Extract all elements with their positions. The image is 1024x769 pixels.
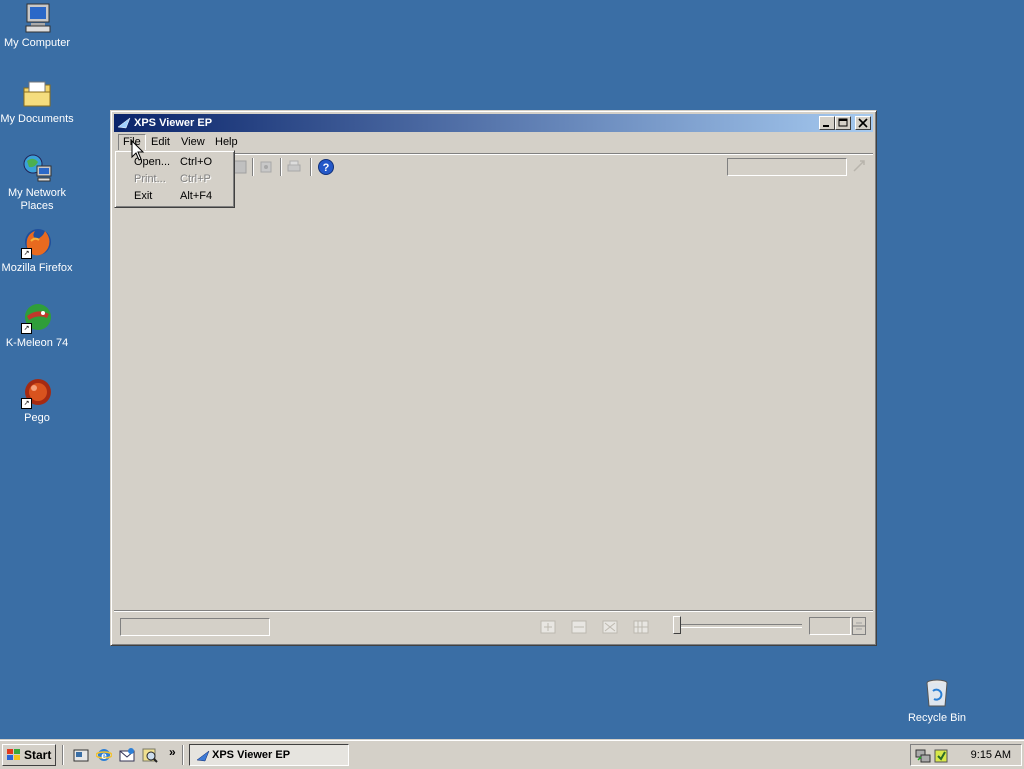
desktop-icon-my-documents[interactable]: My Documents: [0, 78, 74, 126]
search-icon[interactable]: [142, 747, 158, 763]
computer-icon: [21, 2, 53, 34]
zoom-spinner-icon[interactable]: [852, 617, 866, 635]
svg-text:e: e: [101, 751, 107, 762]
desktop-icon-label: K-Meleon 74: [5, 337, 69, 349]
network-icon: [21, 152, 53, 184]
search-go-icon[interactable]: [852, 159, 866, 173]
xps-app-icon: [196, 749, 210, 762]
desktop-icon-my-computer[interactable]: My Computer: [0, 2, 74, 50]
help-icon[interactable]: ?: [318, 159, 334, 175]
window-title: XPS Viewer EP: [134, 117, 213, 129]
outlook-express-icon[interactable]: [119, 747, 135, 763]
desktop-icon-k-meleon[interactable]: ↗ K-Meleon 74: [0, 302, 74, 350]
copy-icon[interactable]: [258, 159, 274, 175]
svg-text:?: ?: [323, 162, 330, 174]
fit-width-icon[interactable]: [570, 619, 588, 635]
taskbar: Start e » XPS Viewer EP 9:15 AM: [0, 740, 1024, 769]
menu-item-print[interactable]: Print... Ctrl+P: [117, 171, 232, 188]
toolbar-separator: [280, 158, 282, 176]
documents-folder-icon: [21, 78, 53, 110]
shortcut-arrow-icon: ↗: [21, 398, 32, 409]
start-button[interactable]: Start: [2, 744, 56, 766]
desktop-icon-label: Pego: [24, 412, 50, 424]
minimize-button[interactable]: [819, 116, 835, 130]
fit-page-icon[interactable]: [539, 619, 557, 635]
close-icon: [858, 118, 868, 128]
maximize-icon: [838, 118, 848, 127]
clock[interactable]: 9:15 AM: [971, 745, 1011, 765]
zoom-input[interactable]: [809, 617, 851, 635]
menu-item-shortcut: Ctrl+P: [180, 173, 211, 185]
start-label: Start: [24, 748, 52, 762]
two-pages-icon[interactable]: [601, 619, 619, 635]
search-input[interactable]: [727, 158, 847, 176]
thumbnails-icon[interactable]: [632, 619, 650, 635]
menu-edit[interactable]: Edit: [147, 135, 174, 150]
xps-app-icon: [117, 117, 131, 129]
desktop-icon-recycle-bin[interactable]: Recycle Bin: [900, 677, 974, 725]
quick-launch-chevron[interactable]: »: [169, 745, 176, 759]
show-desktop-icon[interactable]: [73, 747, 89, 763]
close-button[interactable]: [855, 116, 871, 130]
system-tray: 9:15 AM: [910, 744, 1022, 766]
desktop-icon-label: My Documents: [0, 113, 74, 125]
print-icon[interactable]: [286, 159, 302, 175]
desktop-icon-label: My Computer: [3, 37, 71, 49]
network-tray-icon[interactable]: [915, 748, 931, 764]
menu-item-shortcut: Alt+F4: [180, 190, 213, 202]
taskbar-button-label: XPS Viewer EP: [212, 749, 291, 761]
desktop-icon-my-network-places[interactable]: My Network Places: [0, 152, 74, 213]
page-number-field[interactable]: [120, 618, 270, 636]
menu-item-label: Exit: [134, 190, 153, 202]
mouse-cursor-icon: [131, 140, 145, 161]
taskbar-separator: [62, 745, 64, 765]
desktop-icon-pego[interactable]: ↗ Pego: [0, 377, 74, 425]
menu-item-label: Print...: [134, 173, 166, 185]
taskbar-separator: [182, 745, 184, 765]
zoom-slider-thumb[interactable]: [673, 616, 681, 634]
status-bar: [114, 611, 873, 642]
menu-item-shortcut: Ctrl+O: [180, 156, 213, 168]
desktop-icon-label: Mozilla Firefox: [1, 262, 73, 274]
k-meleon-icon: ↗: [21, 302, 53, 334]
desktop-icon-mozilla-firefox[interactable]: ↗ Mozilla Firefox: [0, 227, 74, 275]
pego-icon: ↗: [21, 377, 53, 409]
menu-view[interactable]: View: [177, 135, 209, 150]
firefox-icon: ↗: [21, 227, 53, 259]
zoom-slider-track[interactable]: [674, 624, 802, 628]
toolbar-separator: [252, 158, 254, 176]
shortcut-arrow-icon: ↗: [21, 248, 32, 259]
taskbar-button-xps-viewer[interactable]: XPS Viewer EP: [189, 744, 349, 766]
menu-item-exit[interactable]: Exit Alt+F4: [117, 188, 232, 205]
desktop-icon-label: Recycle Bin: [907, 712, 967, 724]
menu-help[interactable]: Help: [211, 135, 242, 150]
maximize-button[interactable]: [835, 116, 851, 130]
desktop-icon-label: My Network Places: [7, 187, 67, 212]
window-titlebar[interactable]: XPS Viewer EP: [114, 114, 873, 132]
shortcut-arrow-icon: ↗: [21, 323, 32, 334]
recycle-bin-icon: [921, 677, 953, 709]
windows-flag-icon: [6, 748, 22, 762]
security-tray-icon[interactable]: [933, 748, 949, 764]
internet-explorer-icon[interactable]: e: [95, 747, 113, 763]
toolbar-separator: [310, 158, 312, 176]
minimize-icon: [823, 125, 829, 127]
